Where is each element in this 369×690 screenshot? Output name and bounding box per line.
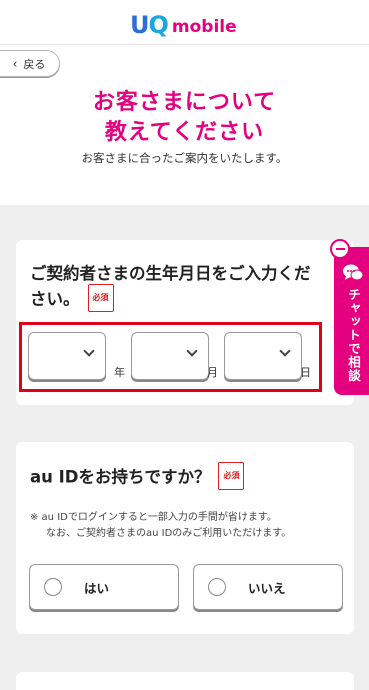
uq-mobile-logo[interactable]: UQ mobile bbox=[130, 8, 237, 42]
chat-bubble-icon bbox=[343, 264, 364, 281]
page-title-line1: お客さまについて bbox=[92, 90, 277, 115]
auid-no-option[interactable]: いいえ bbox=[193, 564, 343, 610]
logo-uq-q: Q bbox=[148, 11, 169, 39]
highlight-box bbox=[19, 322, 322, 392]
required-badge: 必須 bbox=[218, 462, 245, 490]
page-title: お客さまについて 教えてください bbox=[0, 88, 369, 148]
next-question-card bbox=[16, 672, 354, 690]
radio-circle-icon bbox=[208, 578, 226, 596]
page-subtitle: お客さまに合ったご案内をいたします。 bbox=[81, 151, 288, 165]
chevron-left-icon: ‹ bbox=[12, 56, 18, 71]
auid-no-label: いいえ bbox=[248, 580, 286, 596]
auid-note: ※ au IDでログインすると一部入力の手間が省けます。 なお、ご契約者さまのa… bbox=[30, 510, 291, 542]
birthdate-question-line1: ご契約者さまの生年月日をご入力くだ bbox=[30, 264, 311, 283]
auid-card: au IDをお持ちですか？ 必須 ※ au IDでログインすると一部入力の手間が省… bbox=[16, 442, 354, 634]
birthdate-question-line2: さい。 bbox=[30, 289, 80, 309]
auid-note-line2: なお、ご契約者さまのau IDのみご利用いただけます。 bbox=[46, 528, 292, 539]
required-badge: 必須 bbox=[87, 284, 114, 312]
chat-minimize-button[interactable] bbox=[330, 239, 350, 259]
back-button[interactable]: ‹ 戻る bbox=[0, 50, 60, 77]
radio-circle-icon bbox=[44, 578, 62, 596]
auid-question: au IDをお持ちですか？ 必須 bbox=[30, 462, 245, 492]
auid-question-text: au IDをお持ちですか？ bbox=[30, 467, 211, 487]
birthdate-question: ご契約者さまの生年月日をご入力くだ さい。 必須 bbox=[30, 262, 311, 314]
auid-yes-label: はい bbox=[84, 580, 110, 596]
page-header: UQ mobile ‹ 戻る お客さまについて 教えてください お客さまに合った… bbox=[0, 0, 369, 205]
minus-icon bbox=[335, 248, 345, 250]
logo-mobile: mobile bbox=[171, 17, 237, 37]
chat-tab-label: チャットで相談 bbox=[346, 288, 361, 383]
back-button-label: 戻る bbox=[23, 57, 46, 71]
logo-uq-u: U bbox=[130, 11, 149, 39]
auid-yes-option[interactable]: はい bbox=[29, 564, 179, 610]
page-title-line2: 教えてください bbox=[104, 120, 265, 145]
auid-note-line1: ※ au IDでログインすると一部入力の手間が省けます。 bbox=[30, 512, 277, 523]
header-divider bbox=[0, 44, 369, 45]
logo-uq: UQ bbox=[130, 11, 169, 39]
